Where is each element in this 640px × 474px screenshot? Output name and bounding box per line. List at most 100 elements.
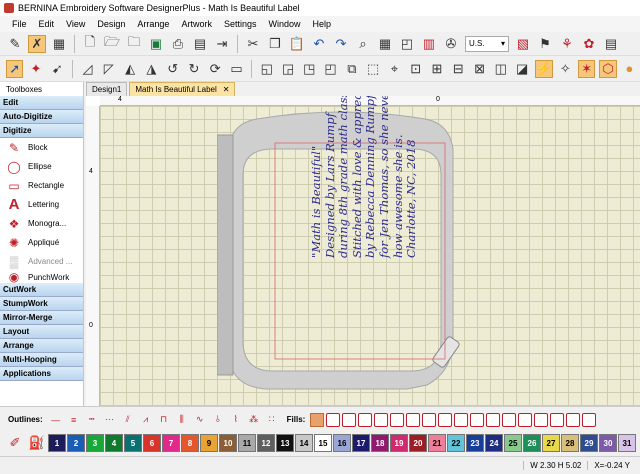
close-icon[interactable]: ✕ [223, 85, 230, 94]
menu-settings[interactable]: Settings [218, 19, 263, 29]
color-swatch[interactable]: 1 [48, 434, 66, 452]
transform-7-icon[interactable]: ⌖ [386, 60, 403, 78]
menu-window[interactable]: Window [262, 19, 306, 29]
transform-13-icon[interactable]: ◪ [513, 60, 530, 78]
outline-satin-icon[interactable]: ⫽ [121, 413, 135, 427]
color-swatch[interactable]: 8 [181, 434, 199, 452]
fill-pattern-icon[interactable] [358, 412, 373, 427]
outline-blackwork-icon[interactable]: ∷ [265, 413, 279, 427]
menu-arrange[interactable]: Arrange [131, 19, 175, 29]
transform-12-icon[interactable]: ◫ [492, 60, 509, 78]
stitch-mode-icon[interactable]: ✗ [28, 34, 46, 53]
outline-triple-icon[interactable]: ≡ [67, 413, 81, 427]
outline-blanket-icon[interactable]: ⊓ [157, 413, 171, 427]
transform-6-icon[interactable]: ⬚ [364, 60, 381, 78]
color-swatch[interactable]: 29 [580, 434, 598, 452]
color-chart-icon[interactable]: ▥ [420, 35, 438, 53]
color-swatch[interactable]: 9 [200, 434, 218, 452]
menu-edit[interactable]: Edit [33, 19, 61, 29]
toolbox-auto-digitize[interactable]: Auto-Digitize [0, 110, 83, 124]
reshape-icon[interactable]: ➹ [49, 60, 66, 78]
color-swatch[interactable]: 11 [238, 434, 256, 452]
tab-math-is-beautiful-label[interactable]: Math Is Beautiful Label ✕ [129, 82, 236, 96]
wizard-icon[interactable]: ▦ [50, 35, 68, 53]
color-swatch[interactable]: 2 [67, 434, 85, 452]
embroidery-lettering[interactable]: "Math is Beautiful" Designed by Lars Rum… [309, 96, 419, 258]
fill-dot-icon[interactable] [502, 412, 517, 427]
tool-advanced[interactable]: ▒ Advanced ... [0, 252, 83, 271]
color-swatch[interactable]: 14 [295, 434, 313, 452]
menu-file[interactable]: File [6, 19, 33, 29]
color-swatch[interactable]: 6 [143, 434, 161, 452]
tools-icon[interactable]: ✇ [442, 35, 460, 53]
stamp-icon[interactable]: ⚘ [558, 35, 576, 53]
color-swatch[interactable]: 21 [428, 434, 446, 452]
fill-weave-icon[interactable] [582, 412, 597, 427]
toolbox-cutwork[interactable]: CutWork [0, 283, 83, 297]
tool-block[interactable]: ✎ Block [0, 138, 83, 157]
tool-punchwork[interactable]: ◉ PunchWork [0, 271, 83, 283]
outline-single-icon[interactable]: — [49, 413, 63, 427]
save-icon[interactable]: ▣ [147, 35, 165, 53]
color-swatch[interactable]: 18 [371, 434, 389, 452]
new-file-icon[interactable]: 🗋 [81, 34, 99, 53]
transform-10-icon[interactable]: ⊟ [450, 60, 467, 78]
transform-11-icon[interactable]: ⊠ [471, 60, 488, 78]
toolbox-applications[interactable]: Applications [0, 367, 83, 381]
fill-cross-icon[interactable] [422, 412, 437, 427]
texture-icon[interactable]: ⬡ [599, 59, 617, 78]
flower-icon[interactable]: ✿ [580, 35, 598, 53]
toolbox-layout[interactable]: Layout [0, 325, 83, 339]
color-swatch[interactable]: 25 [504, 434, 522, 452]
copy-icon[interactable]: ❐ [266, 35, 284, 53]
color-wheel-icon[interactable]: ▧ [514, 35, 532, 53]
tool-rectangle[interactable]: ▭ Rectangle [0, 176, 83, 195]
color-swatch[interactable]: 15 [314, 434, 332, 452]
export-icon[interactable]: ⇥ [213, 35, 231, 53]
color-swatch[interactable]: 24 [485, 434, 503, 452]
transform-4-icon[interactable]: ◰ [322, 60, 339, 78]
hoop-icon[interactable]: ◰ [398, 35, 416, 53]
fill-step-icon[interactable] [326, 412, 341, 427]
color-swatch[interactable]: 17 [352, 434, 370, 452]
transform-3-icon[interactable]: ◳ [301, 60, 318, 78]
cut-icon[interactable]: ✂ [244, 35, 262, 53]
units-select[interactable]: U.S. ▾ [465, 35, 509, 52]
tool-monogram[interactable]: ❖ Monogra... [0, 214, 83, 233]
transform-5-icon[interactable]: ⧉ [343, 60, 360, 78]
color-picker-icon[interactable]: ✐ [6, 434, 24, 452]
paste-icon[interactable]: 📋 [288, 35, 306, 53]
toolbox-edit[interactable]: Edit [0, 96, 83, 110]
color-swatch[interactable]: 20 [409, 434, 427, 452]
tab-design1[interactable]: Design1 [86, 82, 128, 96]
toolbox-digitize[interactable]: Digitize [0, 124, 83, 138]
color-swatch[interactable]: 19 [390, 434, 408, 452]
blob-icon[interactable]: ● [621, 60, 638, 78]
outline-zigzag-icon[interactable]: ⩘ [139, 413, 153, 427]
thread-icon[interactable]: ⚑ [536, 35, 554, 53]
menu-view[interactable]: View [60, 19, 91, 29]
transform-2-icon[interactable]: ◲ [279, 60, 296, 78]
outline-ladder-icon[interactable]: ⫼ [175, 413, 189, 427]
color-swatch[interactable]: 22 [447, 434, 465, 452]
toolbox-arrange[interactable]: Arrange [0, 339, 83, 353]
transform-9-icon[interactable]: ⊞ [428, 60, 445, 78]
skew-icon[interactable]: ◸ [100, 60, 117, 78]
mirror-h-icon[interactable]: ◭ [121, 60, 138, 78]
print-preview-icon[interactable]: ▤ [191, 35, 209, 53]
outline-backstitch-icon[interactable]: ⋯ [103, 413, 117, 427]
zigzag-stitch-icon[interactable]: ⚡ [534, 59, 553, 78]
zoom-icon[interactable]: ⌕ [354, 35, 372, 53]
fill-heart-icon[interactable] [406, 412, 421, 427]
transform-1-icon[interactable]: ◱ [258, 60, 275, 78]
color-swatch[interactable]: 31 [618, 434, 636, 452]
redo-icon[interactable]: ↷ [332, 35, 350, 53]
color-swatch[interactable]: 7 [162, 434, 180, 452]
color-swatch[interactable]: 26 [523, 434, 541, 452]
fill-wave-icon[interactable] [374, 412, 389, 427]
undo-icon[interactable]: ↶ [310, 35, 328, 53]
menu-design[interactable]: Design [91, 19, 131, 29]
scale-icon[interactable]: ◿ [79, 60, 96, 78]
color-swatch[interactable]: 13 [276, 434, 294, 452]
fill-radial-icon[interactable] [390, 412, 405, 427]
